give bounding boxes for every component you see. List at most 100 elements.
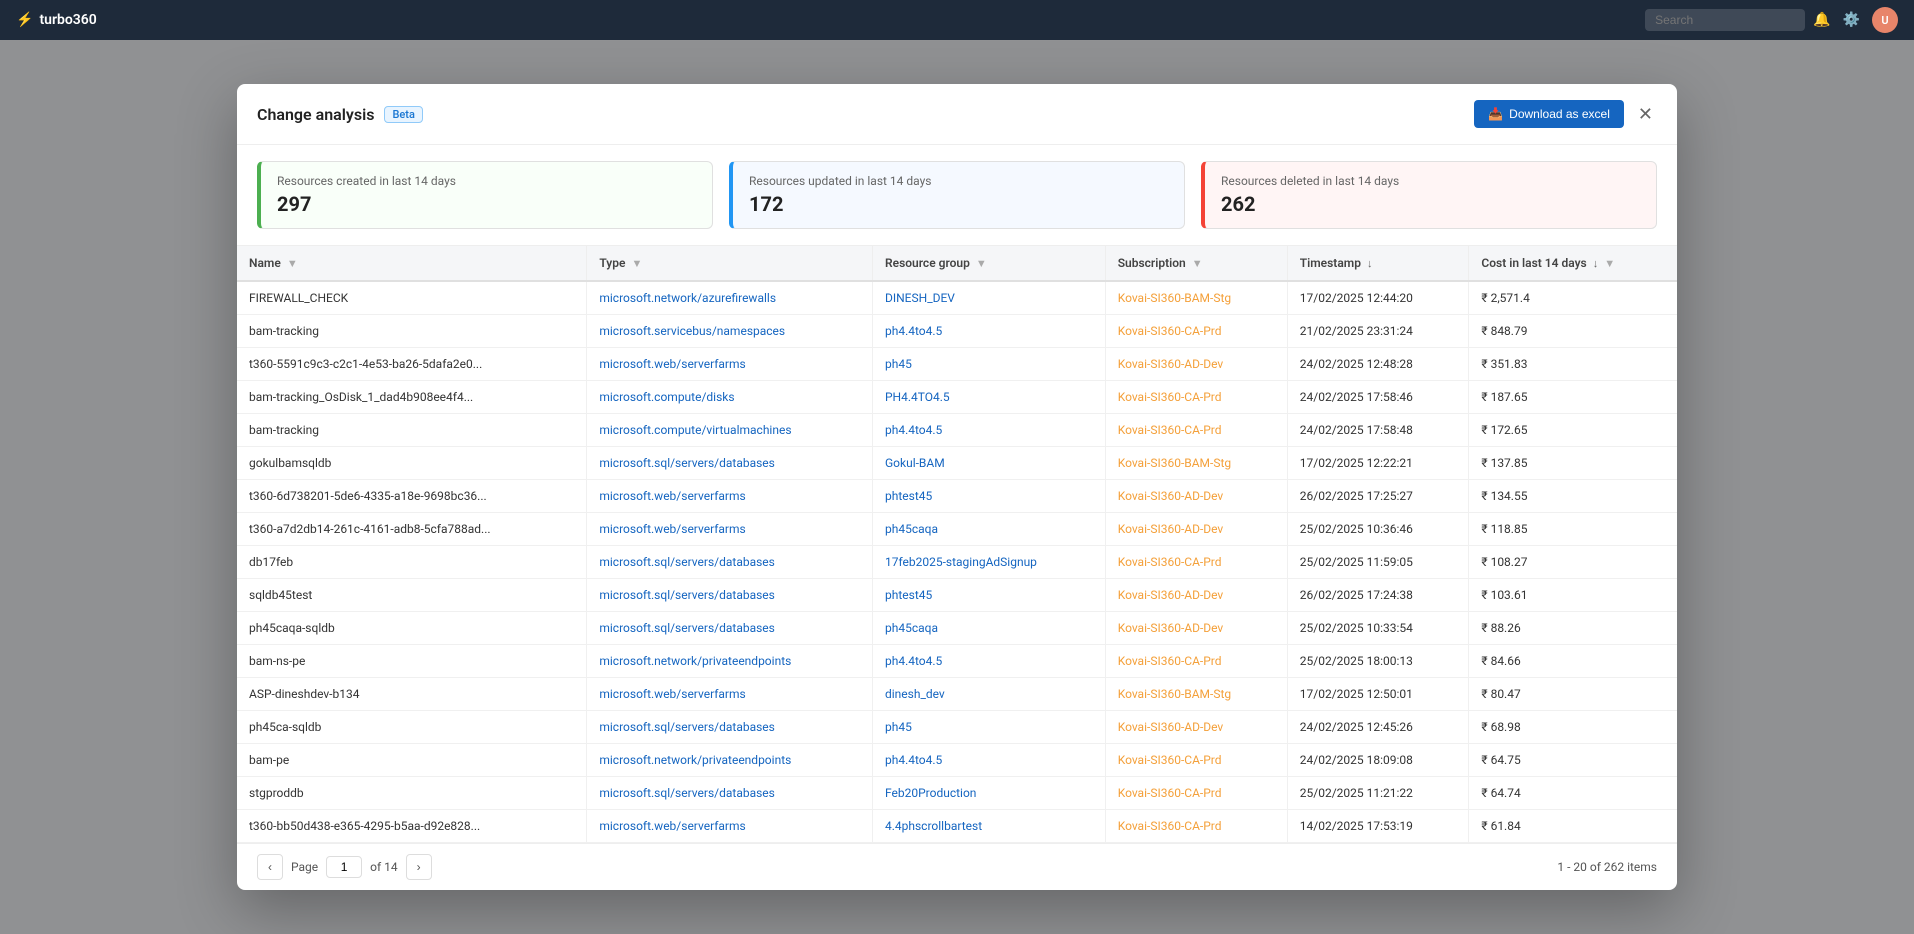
cost-sort-icon[interactable]: ↓: [1593, 257, 1599, 270]
cell-sub-11[interactable]: Kovai-SI360-CA-Prd: [1105, 645, 1287, 678]
cell-ts-16: 14/02/2025 17:53:19: [1287, 810, 1469, 843]
cell-sub-3[interactable]: Kovai-SI360-CA-Prd: [1105, 381, 1287, 414]
cell-sub-14[interactable]: Kovai-SI360-CA-Prd: [1105, 744, 1287, 777]
col-name: Name ▼: [237, 246, 587, 281]
cell-name-15: stgproddb: [237, 777, 587, 810]
cell-type-0[interactable]: microsoft.network/azurefirewalls: [587, 281, 873, 315]
cell-rg-1[interactable]: ph4.4to4.5: [872, 315, 1105, 348]
cell-sub-5[interactable]: Kovai-SI360-BAM-Stg: [1105, 447, 1287, 480]
cell-sub-0[interactable]: Kovai-SI360-BAM-Stg: [1105, 281, 1287, 315]
table-row: ASP-dineshdev-b134 microsoft.web/serverf…: [237, 678, 1677, 711]
cell-rg-4[interactable]: ph4.4to4.5: [872, 414, 1105, 447]
cell-rg-8[interactable]: 17feb2025-stagingAdSignup: [872, 546, 1105, 579]
cell-rg-12[interactable]: dinesh_dev: [872, 678, 1105, 711]
prev-page-button[interactable]: ‹: [257, 854, 283, 880]
table-row: t360-6d738201-5de6-4335-a18e-9698bc36...…: [237, 480, 1677, 513]
cell-cost-5: ₹ 137.85: [1469, 447, 1677, 480]
stat-label-created: Resources created in last 14 days: [277, 174, 696, 188]
cell-rg-6[interactable]: phtest45: [872, 480, 1105, 513]
avatar[interactable]: U: [1872, 7, 1898, 33]
cell-type-5[interactable]: microsoft.sql/servers/databases: [587, 447, 873, 480]
table-row: db17feb microsoft.sql/servers/databases …: [237, 546, 1677, 579]
cell-type-16[interactable]: microsoft.web/serverfarms: [587, 810, 873, 843]
cell-sub-6[interactable]: Kovai-SI360-AD-Dev: [1105, 480, 1287, 513]
type-filter-icon[interactable]: ▼: [631, 257, 642, 270]
cell-rg-10[interactable]: ph45caqa: [872, 612, 1105, 645]
cell-cost-4: ₹ 172.65: [1469, 414, 1677, 447]
cell-rg-9[interactable]: phtest45: [872, 579, 1105, 612]
close-modal-button[interactable]: ✕: [1634, 101, 1657, 127]
cell-rg-11[interactable]: ph4.4to4.5: [872, 645, 1105, 678]
cell-type-10[interactable]: microsoft.sql/servers/databases: [587, 612, 873, 645]
cell-type-6[interactable]: microsoft.web/serverfarms: [587, 480, 873, 513]
cell-name-7: t360-a7d2db14-261c-4161-adb8-5cfa788ad..…: [237, 513, 587, 546]
cell-ts-5: 17/02/2025 12:22:21: [1287, 447, 1469, 480]
cell-type-12[interactable]: microsoft.web/serverfarms: [587, 678, 873, 711]
cell-type-15[interactable]: microsoft.sql/servers/databases: [587, 777, 873, 810]
cell-cost-16: ₹ 61.84: [1469, 810, 1677, 843]
cell-type-9[interactable]: microsoft.sql/servers/databases: [587, 579, 873, 612]
table-row: stgproddb microsoft.sql/servers/database…: [237, 777, 1677, 810]
cell-rg-14[interactable]: ph4.4to4.5: [872, 744, 1105, 777]
cell-rg-15[interactable]: Feb20Production: [872, 777, 1105, 810]
cell-name-10: ph45caqa-sqldb: [237, 612, 587, 645]
cell-sub-12[interactable]: Kovai-SI360-BAM-Stg: [1105, 678, 1287, 711]
total-items-label: 1 - 20 of 262 items: [1557, 860, 1657, 874]
table-row: gokulbamsqldb microsoft.sql/servers/data…: [237, 447, 1677, 480]
gear-icon[interactable]: ⚙️: [1843, 12, 1860, 28]
search-input[interactable]: [1645, 9, 1805, 31]
cell-sub-7[interactable]: Kovai-SI360-AD-Dev: [1105, 513, 1287, 546]
cell-type-3[interactable]: microsoft.compute/disks: [587, 381, 873, 414]
cost-filter-icon[interactable]: ▼: [1604, 257, 1615, 270]
cell-rg-3[interactable]: PH4.4TO4.5: [872, 381, 1105, 414]
cell-type-4[interactable]: microsoft.compute/virtualmachines: [587, 414, 873, 447]
cell-sub-8[interactable]: Kovai-SI360-CA-Prd: [1105, 546, 1287, 579]
download-excel-button[interactable]: 📥 Download as excel: [1474, 100, 1624, 128]
cell-sub-9[interactable]: Kovai-SI360-AD-Dev: [1105, 579, 1287, 612]
cell-ts-6: 26/02/2025 17:25:27: [1287, 480, 1469, 513]
cell-sub-1[interactable]: Kovai-SI360-CA-Prd: [1105, 315, 1287, 348]
table-row: t360-5591c9c3-c2c1-4e53-ba26-5dafa2e0...…: [237, 348, 1677, 381]
sub-filter-icon[interactable]: ▼: [1192, 257, 1203, 270]
timestamp-sort-icon[interactable]: ↓: [1367, 257, 1373, 270]
cell-sub-4[interactable]: Kovai-SI360-CA-Prd: [1105, 414, 1287, 447]
table-row: FIREWALL_CHECK microsoft.network/azurefi…: [237, 281, 1677, 315]
cell-name-3: bam-tracking_OsDisk_1_dad4b908ee4f4...: [237, 381, 587, 414]
cell-type-2[interactable]: microsoft.web/serverfarms: [587, 348, 873, 381]
resources-table: Name ▼ Type ▼ Resource g: [237, 246, 1677, 843]
cell-sub-2[interactable]: Kovai-SI360-AD-Dev: [1105, 348, 1287, 381]
download-icon: 📥: [1488, 107, 1503, 121]
cell-type-13[interactable]: microsoft.sql/servers/databases: [587, 711, 873, 744]
cell-type-11[interactable]: microsoft.network/privateendpoints: [587, 645, 873, 678]
cell-ts-10: 25/02/2025 10:33:54: [1287, 612, 1469, 645]
next-page-button[interactable]: ›: [406, 854, 432, 880]
cell-cost-12: ₹ 80.47: [1469, 678, 1677, 711]
cell-rg-13[interactable]: ph45: [872, 711, 1105, 744]
cell-ts-0: 17/02/2025 12:44:20: [1287, 281, 1469, 315]
stat-value-deleted: 262: [1221, 192, 1640, 216]
cell-type-14[interactable]: microsoft.network/privateendpoints: [587, 744, 873, 777]
cell-sub-10[interactable]: Kovai-SI360-AD-Dev: [1105, 612, 1287, 645]
stats-row: Resources created in last 14 days 297 Re…: [237, 145, 1677, 246]
cell-sub-13[interactable]: Kovai-SI360-AD-Dev: [1105, 711, 1287, 744]
stat-card-deleted: Resources deleted in last 14 days 262: [1201, 161, 1657, 229]
cell-rg-16[interactable]: 4.4phscrollbartest: [872, 810, 1105, 843]
rg-filter-icon[interactable]: ▼: [976, 257, 987, 270]
cell-name-4: bam-tracking: [237, 414, 587, 447]
cell-type-7[interactable]: microsoft.web/serverfarms: [587, 513, 873, 546]
cell-rg-2[interactable]: ph45: [872, 348, 1105, 381]
cell-sub-15[interactable]: Kovai-SI360-CA-Prd: [1105, 777, 1287, 810]
cell-rg-7[interactable]: ph45caqa: [872, 513, 1105, 546]
cell-type-8[interactable]: microsoft.sql/servers/databases: [587, 546, 873, 579]
bell-icon[interactable]: 🔔: [1813, 12, 1830, 28]
page-label: Page: [291, 860, 318, 874]
modal-title: Change analysis: [257, 105, 374, 124]
topbar-icons: 🔔 ⚙️ U: [1813, 7, 1898, 33]
cell-rg-5[interactable]: Gokul-BAM: [872, 447, 1105, 480]
cell-type-1[interactable]: microsoft.servicebus/namespaces: [587, 315, 873, 348]
cell-sub-16[interactable]: Kovai-SI360-CA-Prd: [1105, 810, 1287, 843]
name-filter-icon[interactable]: ▼: [287, 257, 298, 270]
cell-name-16: t360-bb50d438-e365-4295-b5aa-d92e828...: [237, 810, 587, 843]
cell-rg-0[interactable]: DINESH_DEV: [872, 281, 1105, 315]
page-input[interactable]: [326, 856, 362, 878]
